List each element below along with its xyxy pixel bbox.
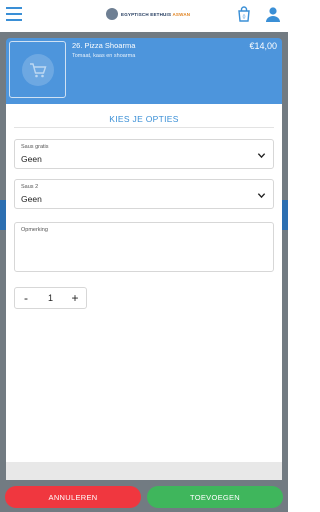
chevron-down-icon <box>257 153 266 159</box>
quantity-stepper: - 1 + <box>14 287 87 309</box>
options-panel: KIES JE OPTIES Saus gratis Geen Saus 2 G… <box>6 104 282 462</box>
brand-logo: EGYPTISCH EETHUIS ASWAN <box>106 8 190 20</box>
select-value: Geen <box>21 194 42 204</box>
logo-mark-icon <box>106 8 118 20</box>
product-description: Tomaat, kaas en shoarma <box>72 53 136 59</box>
select-label: Saus 2 <box>21 184 39 190</box>
quantity-decrease-button[interactable]: - <box>15 288 37 308</box>
product-image-placeholder <box>9 41 66 98</box>
cancel-button[interactable]: ANNULEREN <box>5 486 141 508</box>
select-value: Geen <box>21 154 42 164</box>
options-title: KIES JE OPTIES <box>109 114 179 124</box>
remark-label: Opmerking <box>21 227 48 233</box>
modal-footer-area <box>6 462 282 480</box>
shopping-bag-icon[interactable]: 0 <box>235 5 253 23</box>
quantity-value[interactable]: 1 <box>37 293 64 303</box>
shopping-cart-icon <box>29 62 46 77</box>
add-to-order-button[interactable]: TOEVOEGEN <box>147 486 283 508</box>
chevron-down-icon <box>257 193 266 199</box>
logo-text: EGYPTISCH EETHUIS ASWAN <box>121 11 191 17</box>
divider <box>14 127 274 128</box>
sauce-free-select[interactable]: Saus gratis Geen <box>14 139 274 169</box>
user-icon[interactable] <box>264 5 282 23</box>
select-label: Saus gratis <box>21 144 49 150</box>
remark-textarea[interactable]: Opmerking <box>14 222 274 272</box>
sauce-2-select[interactable]: Saus 2 Geen <box>14 179 274 209</box>
product-card: 26. Pizza Shoarma Tomaat, kaas en shoarm… <box>6 38 282 104</box>
product-name: 26. Pizza Shoarma <box>72 41 136 50</box>
hamburger-menu-icon[interactable] <box>6 7 22 21</box>
product-price: €14,00 <box>249 41 277 51</box>
cart-count: 0 <box>243 15 246 21</box>
app-header: EGYPTISCH EETHUIS ASWAN 0 <box>0 0 288 32</box>
quantity-increase-button[interactable]: + <box>64 288 86 308</box>
